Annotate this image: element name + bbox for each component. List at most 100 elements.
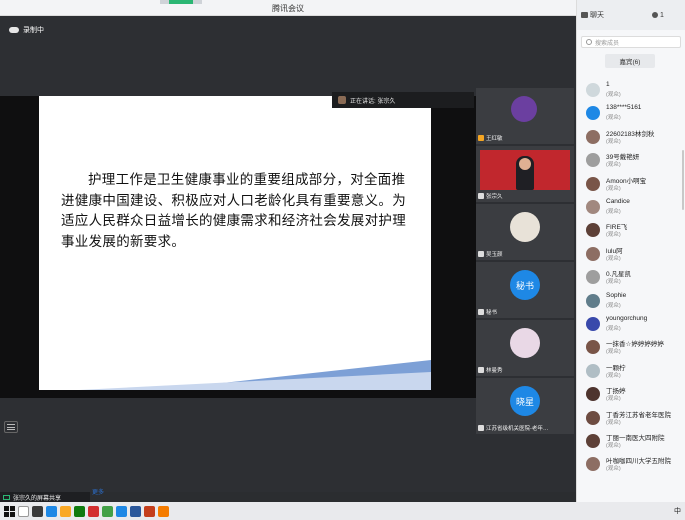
participant-avatar (510, 212, 540, 242)
member-role: (观众) (606, 138, 621, 145)
member-role: (观众) (606, 185, 621, 192)
ime-indicator[interactable]: 中 (674, 506, 681, 516)
member-item[interactable]: 一颗柠 (观众) (584, 361, 684, 383)
search-placeholder: 搜索成员 (595, 40, 620, 47)
more-link[interactable]: 更多 (92, 487, 104, 496)
member-item[interactable]: 1 (观众) (584, 80, 684, 102)
search-icon[interactable] (18, 505, 29, 517)
participant-avatar: 晓星 (510, 386, 540, 416)
tencent-meeting-icon[interactable] (116, 505, 127, 517)
member-avatar (586, 317, 600, 331)
host-icon (478, 134, 484, 141)
speaker-avatar (338, 96, 346, 104)
screen-share-label: 张宗久的屏幕共享 (13, 495, 62, 502)
system-tray: 中 (674, 506, 681, 516)
active-speaker-bar: 正在讲话: 张宗久 (332, 92, 474, 108)
member-role: (观众) (606, 466, 621, 473)
member-role: (观众) (606, 302, 621, 309)
folder-icon[interactable] (60, 505, 71, 517)
member-item[interactable]: 丁扬婷 (观众) (584, 384, 684, 406)
participant-name: 秘书 (486, 309, 498, 316)
participant-tile[interactable]: 秘书 秘书 (476, 262, 574, 318)
member-role: (观众) (606, 232, 621, 239)
mic-icon (478, 308, 484, 315)
member-item[interactable]: 0.凡星凯 (观众) (584, 267, 684, 289)
mic-icon (478, 250, 484, 257)
member-role: (观众) (606, 396, 621, 403)
participant-avatar: 秘书 (510, 270, 540, 300)
member-avatar (586, 106, 600, 121)
member-item[interactable]: 22602183林剑秋 (观众) (584, 127, 684, 149)
user-icon (652, 12, 658, 18)
recording-indicator[interactable]: 录制中 (5, 23, 48, 37)
tab-chat[interactable]: 聊天 (581, 10, 604, 20)
window-title: 腾讯会议 (272, 4, 304, 13)
member-name: 1 (606, 81, 610, 88)
member-item[interactable]: 138****5161 (观众) (584, 103, 684, 125)
member-avatar (586, 129, 600, 144)
screen-share-indicator[interactable]: 张宗久的屏幕共享 (0, 492, 90, 502)
windows-start-icon[interactable] (4, 505, 15, 517)
slide-text: 护理工作是卫生健康事业的重要组成部分，对全面推进健康中国建设、积极应对人口老龄化… (61, 172, 406, 250)
member-name: Candice (606, 198, 630, 205)
member-avatar (586, 410, 600, 425)
list-icon[interactable] (4, 421, 18, 433)
store-icon[interactable] (74, 505, 85, 517)
member-item[interactable]: FIRE飞 (观众) (584, 220, 684, 242)
powerpoint-icon[interactable] (144, 505, 155, 517)
task-view-icon[interactable] (32, 505, 43, 517)
tab-members[interactable]: 1 (652, 12, 664, 19)
member-avatar (586, 200, 600, 214)
member-avatar (586, 340, 600, 355)
member-item[interactable]: 丁香芳江苏省老年医院 (观众) (584, 408, 684, 430)
member-item[interactable]: 丁丽一南医大四附院 (观众) (584, 431, 684, 453)
participant-video (480, 150, 570, 190)
participant-tile[interactable]: 林曼秀 (476, 320, 574, 376)
tab-chat-label: 聊天 (590, 12, 604, 19)
guests-button[interactable]: 嘉宾(6) (605, 54, 655, 68)
monitor-icon (3, 494, 10, 500)
member-role: (观众) (606, 419, 621, 426)
member-avatar (586, 176, 600, 191)
member-item[interactable]: 叶咖咖四川大学五附院 (观众) (584, 454, 684, 476)
member-item[interactable]: Sophie (观众) (584, 291, 684, 313)
member-item[interactable]: Amoon小啊宝 (观众) (584, 174, 684, 196)
search-input[interactable]: 搜索成员 (581, 36, 681, 48)
word-icon[interactable] (130, 505, 141, 517)
participant-tile[interactable]: 王红敏 (476, 88, 574, 144)
title-bar: 腾讯会议 (0, 0, 576, 16)
member-name: 138****5161 (606, 104, 642, 112)
participant-tile[interactable]: 吴玉颜 (476, 204, 574, 260)
member-role: (观众) (606, 209, 621, 215)
taskbar: 中 (0, 502, 685, 520)
member-avatar (586, 363, 600, 378)
member-item[interactable]: Candice (观众) (584, 197, 684, 219)
slide-decoration (79, 360, 431, 390)
member-role: (观众) (606, 115, 621, 122)
member-item[interactable]: 一抹香☆婷婷婷婷婷 (观众) (584, 337, 684, 359)
member-role: (观众) (606, 372, 621, 379)
participant-tile[interactable]: 晓星 江苏省级机关医院-老年… (476, 378, 574, 434)
app-icon[interactable] (158, 505, 169, 517)
active-speaker-label: 正在讲话: 张宗久 (350, 98, 396, 105)
cloud-icon (9, 27, 19, 33)
wechat-icon[interactable] (102, 505, 113, 517)
participant-name: 张宗久 (486, 193, 503, 200)
member-avatar (586, 293, 600, 308)
mic-icon (478, 424, 484, 431)
mic-icon (478, 192, 484, 199)
member-role: (观众) (606, 162, 621, 169)
member-role: (观众) (606, 279, 621, 286)
member-avatar (586, 153, 600, 168)
member-item[interactable]: youngorchung (观众) (584, 314, 684, 336)
participant-tile[interactable]: 张宗久 (476, 146, 574, 202)
app-icon[interactable] (88, 505, 99, 517)
member-item[interactable]: lulu阿 (观众) (584, 244, 684, 266)
edge-icon[interactable] (46, 505, 57, 517)
member-avatar (586, 223, 600, 238)
member-item[interactable]: 39号戴艳妍 (观众) (584, 150, 684, 172)
mic-icon (478, 366, 484, 373)
member-avatar (586, 270, 600, 285)
participant-name: 王红敏 (486, 135, 503, 142)
participant-name: 江苏省级机关医院-老年… (486, 425, 549, 432)
